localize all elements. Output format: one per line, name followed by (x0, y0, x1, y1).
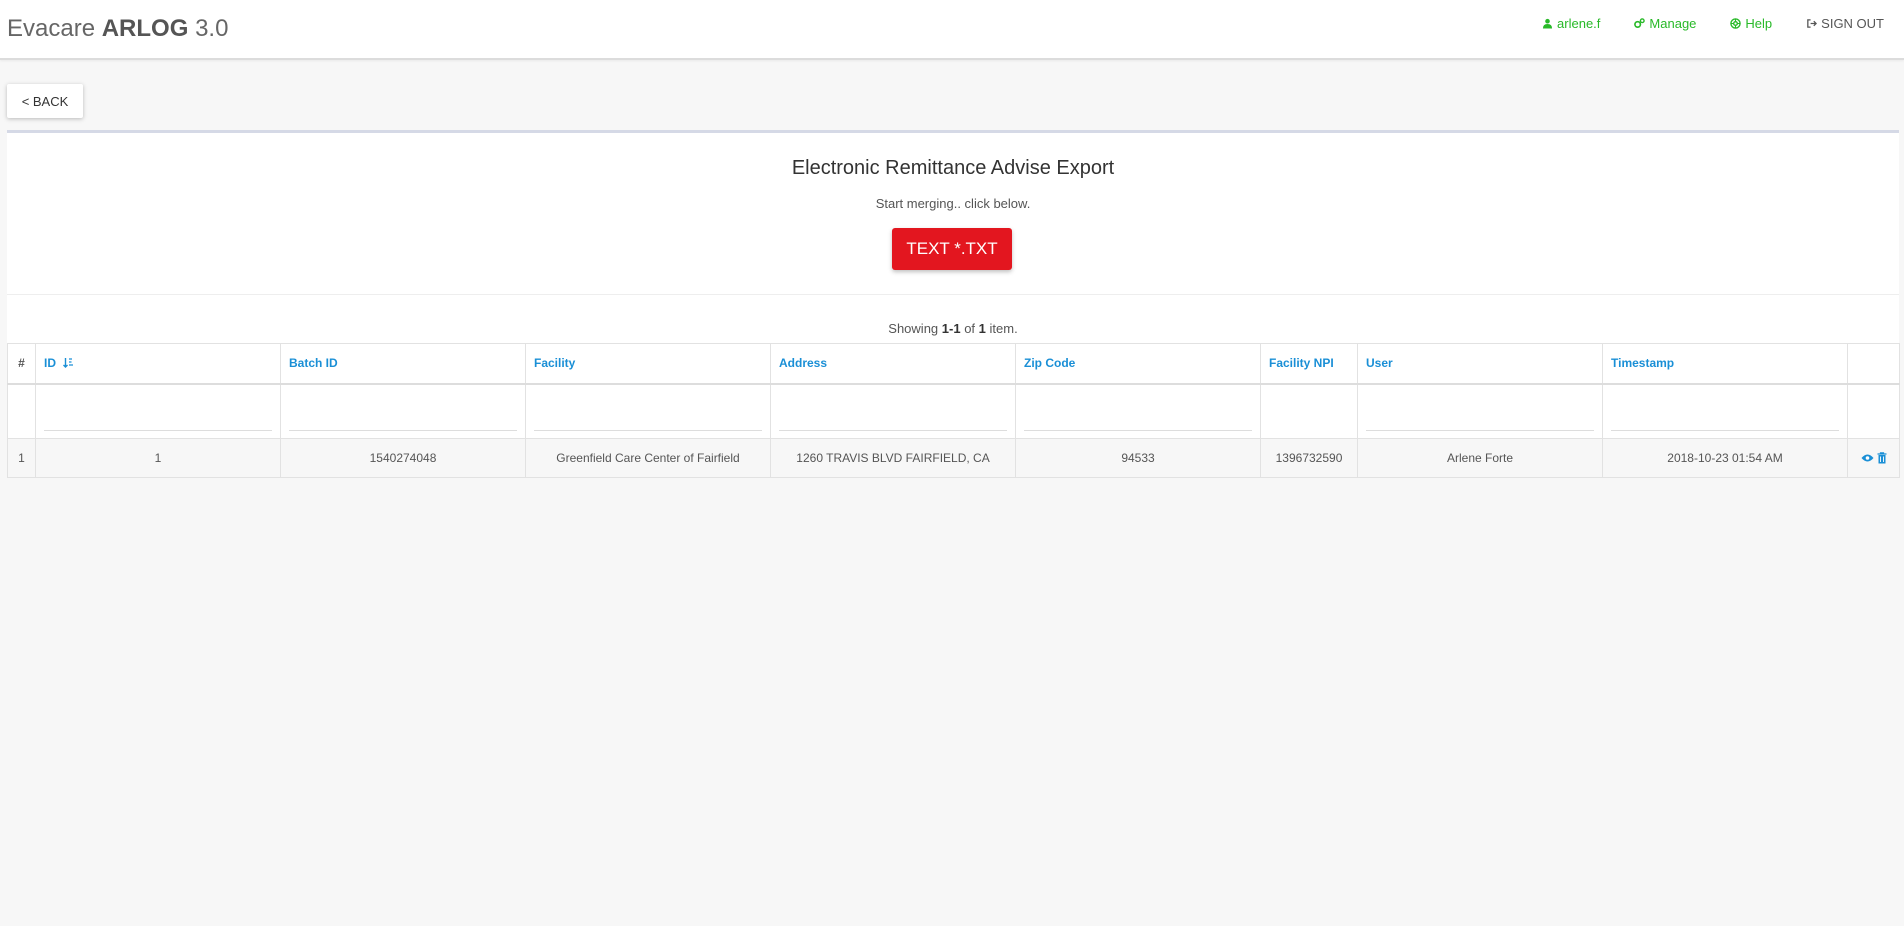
table-row: 1 1 1540274048 Greenfield Care Center of… (7, 438, 1900, 478)
nav-user-link[interactable]: arlene.f (1542, 16, 1600, 31)
life-ring-icon (1730, 18, 1742, 29)
table-header-row: # ID Batch ID Facility Address Zip Code … (7, 343, 1900, 385)
remittance-table: # ID Batch ID Facility Address Zip Code … (7, 343, 1900, 478)
filter-input-batch-id[interactable] (289, 405, 517, 432)
filter-input-id[interactable] (44, 405, 272, 432)
cell-id: 1 (35, 438, 281, 478)
col-header-timestamp[interactable]: Timestamp (1602, 343, 1848, 385)
filter-cell-id (35, 383, 281, 439)
col-header-id-label: ID (44, 356, 56, 371)
summary-total: 1 (978, 321, 986, 336)
filter-input-user[interactable] (1366, 405, 1594, 432)
filter-cell-batch-id (280, 383, 526, 439)
nav-manage-label: Manage (1649, 16, 1697, 31)
panel-header: Electronic Remittance Advise Export Star… (7, 133, 1899, 295)
col-header-address[interactable]: Address (770, 343, 1016, 385)
nav-manage-link[interactable]: Manage (1634, 16, 1696, 31)
col-header-batch-id[interactable]: Batch ID (280, 343, 526, 385)
cell-address: 1260 TRAVIS BLVD FAIRFIELD, CA (770, 438, 1016, 478)
filter-cell-user (1357, 383, 1603, 439)
col-header-number: # (7, 343, 36, 385)
filter-row (7, 383, 1900, 439)
filter-input-zip-code[interactable] (1024, 405, 1252, 432)
cell-batch-id: 1540274048 (280, 438, 526, 478)
user-icon (1542, 18, 1553, 29)
cell-actions (1847, 438, 1900, 478)
eye-icon[interactable] (1861, 453, 1874, 463)
grid-summary: Showing 1-1 of 1 item. (7, 321, 1899, 336)
cell-facility: Greenfield Care Center of Fairfield (525, 438, 771, 478)
filter-input-facility[interactable] (534, 405, 762, 432)
panel-title: Electronic Remittance Advise Export (791, 157, 1115, 179)
filter-cell-facility (525, 383, 771, 439)
filter-cell-zip-code (1015, 383, 1261, 439)
nav-user-label: arlene.f (1557, 16, 1601, 31)
nav-help-label: Help (1745, 16, 1773, 31)
brand-version: 3.0 (195, 15, 229, 42)
summary-range: 1-1 (941, 321, 961, 336)
summary-prefix: Showing (888, 321, 939, 336)
filter-cell-number (7, 383, 36, 439)
filter-cell-timestamp (1602, 383, 1848, 439)
sort-icon (63, 358, 74, 369)
top-navbar: Evacare ARLOG 3.0 arlene.f Manage Help S… (0, 0, 1904, 60)
col-header-actions (1847, 343, 1900, 385)
back-button[interactable]: < BACK (7, 84, 83, 118)
filter-input-address[interactable] (779, 405, 1007, 432)
nav-signout-link[interactable]: SIGN OUT (1806, 16, 1884, 31)
cell-zip-code: 94533 (1015, 438, 1261, 478)
cell-facility-npi: 1396732590 (1260, 438, 1358, 478)
col-header-id[interactable]: ID (35, 343, 281, 385)
col-header-facility-npi[interactable]: Facility NPI (1260, 343, 1358, 385)
filter-cell-address (770, 383, 1016, 439)
brand-name: ARLOG (101, 15, 189, 42)
trash-icon[interactable] (1877, 452, 1887, 464)
brand-prefix: Evacare (7, 15, 96, 42)
summary-of: of (964, 321, 976, 336)
export-txt-button[interactable]: TEXT *.TXT (892, 228, 1012, 270)
app-brand[interactable]: Evacare ARLOG 3.0 (7, 15, 228, 43)
cogs-icon (1634, 18, 1646, 28)
col-header-user[interactable]: User (1357, 343, 1603, 385)
sign-out-icon (1807, 19, 1818, 28)
nav-links: arlene.f Manage Help SIGN OUT (1508, 16, 1884, 31)
row-actions (1856, 452, 1891, 464)
summary-suffix: item. (989, 321, 1018, 336)
cell-user: Arlene Forte (1357, 438, 1603, 478)
filter-cell-actions (1847, 383, 1900, 439)
col-header-zip-code[interactable]: Zip Code (1015, 343, 1261, 385)
filter-cell-facility-npi (1260, 383, 1358, 439)
export-panel: Electronic Remittance Advise Export Star… (7, 130, 1900, 478)
cell-number: 1 (7, 438, 36, 478)
col-header-facility[interactable]: Facility (525, 343, 771, 385)
cell-timestamp: 2018-10-23 01:54 AM (1602, 438, 1848, 478)
nav-help-link[interactable]: Help (1730, 16, 1772, 31)
panel-subtitle: Start merging.. click below. (875, 196, 1031, 211)
nav-signout-label: SIGN OUT (1821, 16, 1884, 31)
filter-input-timestamp[interactable] (1611, 405, 1839, 432)
